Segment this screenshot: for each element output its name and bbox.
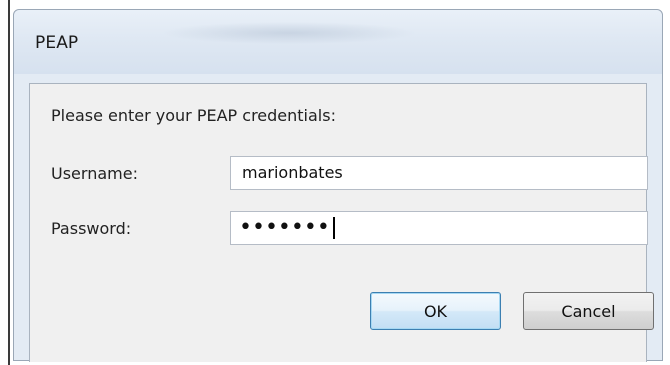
- window-edge: [8, 0, 10, 365]
- dialog-content: Please enter your PEAP credentials: User…: [29, 83, 654, 362]
- ok-button[interactable]: OK: [370, 292, 501, 330]
- password-label: Password:: [51, 219, 132, 238]
- password-masked-value: •••••••: [239, 215, 330, 240]
- username-input[interactable]: marionbates: [230, 156, 648, 190]
- credentials-prompt: Please enter your PEAP credentials:: [51, 106, 336, 125]
- title-bar[interactable]: PEAP: [14, 10, 662, 74]
- screen: PEAP Please enter your PEAP credentials:…: [0, 0, 670, 365]
- dialog-title: PEAP: [35, 33, 79, 53]
- title-bar-glow: [164, 22, 414, 44]
- password-input[interactable]: •••••••: [230, 211, 648, 245]
- username-value: marionbates: [242, 163, 343, 182]
- peap-credentials-dialog: PEAP Please enter your PEAP credentials:…: [13, 9, 663, 362]
- cancel-button[interactable]: Cancel: [523, 292, 654, 330]
- username-label: Username:: [51, 164, 138, 183]
- text-caret: [332, 216, 335, 239]
